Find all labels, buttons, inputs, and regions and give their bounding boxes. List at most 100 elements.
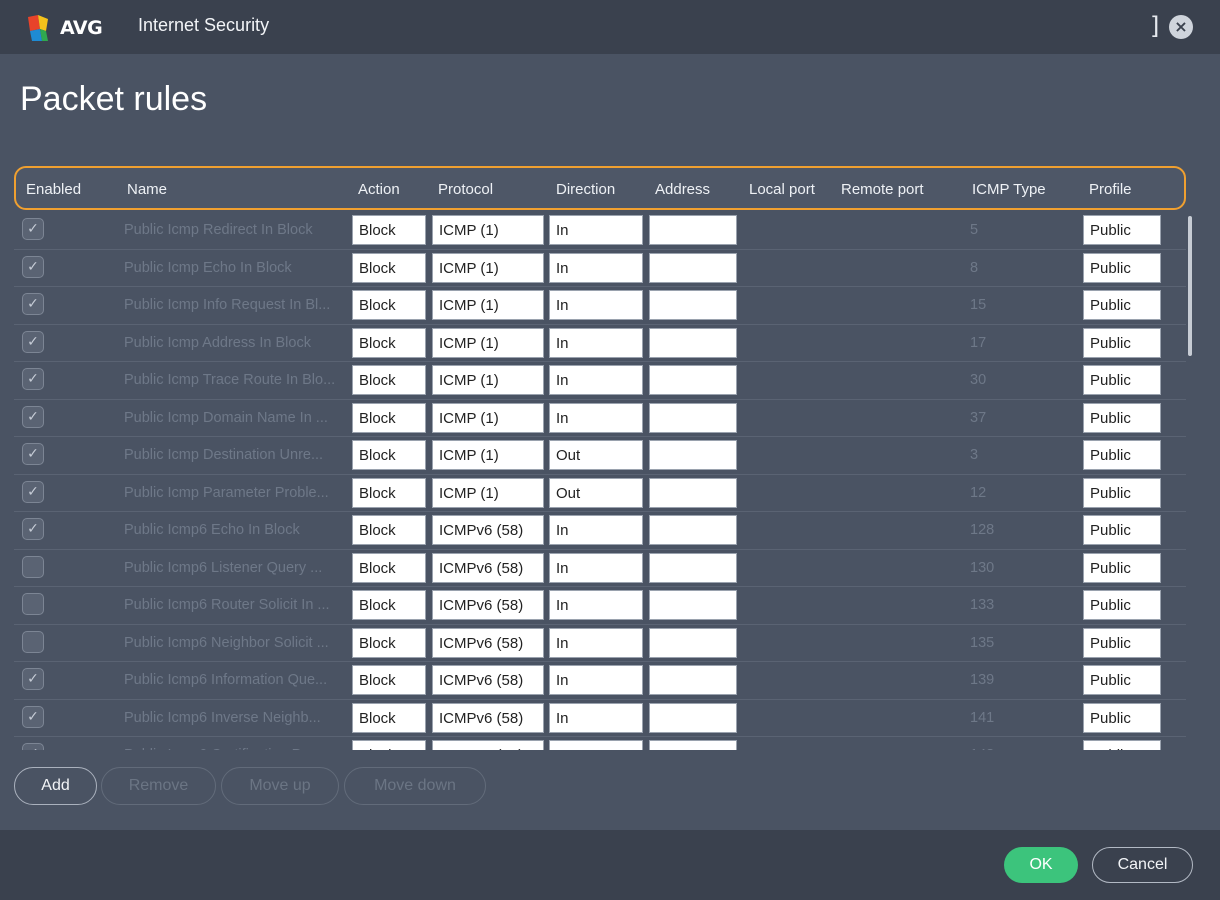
table-row[interactable]: ✓ Public Icmp6 Certification Pa... Block IC…	[14, 737, 1186, 750]
cancel-button[interactable]: Cancel	[1092, 847, 1193, 883]
direction-field[interactable]: In	[549, 702, 643, 733]
enabled-checkbox[interactable]: ✓	[22, 705, 44, 728]
col-icmp-type[interactable]: ICMP Type	[972, 181, 1046, 198]
direction-field[interactable]: In	[549, 290, 643, 320]
col-local-port[interactable]: Local port	[749, 181, 815, 198]
table-row[interactable]: Public Icmp6 Neighbor Solicit ... Block IC…	[14, 625, 1186, 662]
enabled-checkbox[interactable]: ✓	[22, 368, 44, 390]
protocol-field[interactable]: ICMP (1)	[432, 290, 544, 320]
address-field[interactable]	[649, 477, 737, 508]
direction-field[interactable]: In	[549, 402, 643, 433]
address-field[interactable]	[649, 665, 737, 695]
direction-field[interactable]: In	[549, 665, 643, 695]
address-field[interactable]	[649, 365, 737, 395]
col-profile[interactable]: Profile	[1089, 181, 1132, 198]
address-field[interactable]	[649, 440, 737, 470]
enabled-checkbox[interactable]	[22, 630, 44, 653]
col-direction[interactable]: Direction	[556, 181, 615, 198]
table-row[interactable]: ✓ Public Icmp Parameter Proble... Block ICM…	[14, 475, 1186, 512]
address-field[interactable]	[649, 290, 737, 320]
direction-field[interactable]: In	[549, 552, 643, 583]
enabled-checkbox[interactable]: ✓	[22, 405, 44, 428]
col-action[interactable]: Action	[358, 181, 400, 198]
profile-field[interactable]: Public	[1083, 290, 1161, 320]
address-field[interactable]	[649, 252, 737, 283]
action-field[interactable]: Block	[352, 290, 426, 320]
col-remote-port[interactable]: Remote port	[841, 181, 924, 198]
protocol-field[interactable]: ICMP (1)	[432, 402, 544, 433]
profile-field[interactable]: Public	[1083, 440, 1161, 470]
action-field[interactable]: Block	[352, 365, 426, 395]
address-field[interactable]	[649, 590, 737, 620]
action-field[interactable]: Block	[352, 590, 426, 620]
direction-field[interactable]: In	[549, 365, 643, 395]
add-button[interactable]: Add	[14, 767, 97, 805]
protocol-field[interactable]: ICMPv6 (58)	[432, 665, 544, 695]
table-row[interactable]: ✓ Public Icmp Destination Unre... Block ICM…	[14, 437, 1186, 475]
enabled-checkbox[interactable]	[22, 555, 44, 578]
protocol-field[interactable]: ICMP (1)	[432, 440, 544, 470]
col-protocol[interactable]: Protocol	[438, 181, 493, 198]
enabled-checkbox[interactable]: ✓	[22, 668, 44, 690]
table-row[interactable]: ✓ Public Icmp6 Information Que... Block ICM…	[14, 662, 1186, 700]
direction-field[interactable]: In	[549, 515, 643, 545]
enabled-checkbox[interactable]: ✓	[22, 293, 44, 315]
table-row[interactable]: ✓ Public Icmp Redirect In Block Block ICMP …	[14, 212, 1186, 250]
action-field[interactable]: Block	[352, 740, 426, 750]
table-row[interactable]: ✓ Public Icmp Domain Name In ... Block ICMP…	[14, 400, 1186, 437]
action-field[interactable]: Block	[352, 552, 426, 583]
address-field[interactable]	[649, 515, 737, 545]
direction-field[interactable]: In	[549, 252, 643, 283]
table-row[interactable]: ✓ Public Icmp Trace Route In Blo... Block I…	[14, 362, 1186, 400]
address-field[interactable]	[649, 552, 737, 583]
profile-field[interactable]: Public	[1083, 590, 1161, 620]
col-enabled[interactable]: Enabled	[26, 181, 81, 198]
action-field[interactable]: Block	[352, 252, 426, 283]
direction-field[interactable]: In	[549, 215, 643, 245]
move-down-button[interactable]: Move down	[344, 767, 486, 805]
protocol-field[interactable]: ICMP (1)	[432, 365, 544, 395]
table-row[interactable]: ✓ Public Icmp Info Request In Bl... Block I…	[14, 287, 1186, 325]
protocol-field[interactable]: ICMPv6 (58)	[432, 590, 544, 620]
direction-field[interactable]: In	[549, 327, 643, 358]
address-field[interactable]	[649, 702, 737, 733]
address-field[interactable]	[649, 327, 737, 358]
table-row[interactable]: ✓ Public Icmp6 Inverse Neighb... Block ICMP…	[14, 700, 1186, 737]
address-field[interactable]	[649, 402, 737, 433]
enabled-checkbox[interactable]: ✓	[22, 443, 44, 465]
move-up-button[interactable]: Move up	[221, 767, 339, 805]
table-row[interactable]: Public Icmp6 Router Solicit In ... Block I…	[14, 587, 1186, 625]
close-button[interactable]: ×	[1169, 15, 1193, 39]
direction-field[interactable]: In	[549, 740, 643, 750]
profile-field[interactable]: Public	[1083, 402, 1161, 433]
enabled-checkbox[interactable]: ✓	[22, 218, 44, 240]
action-field[interactable]: Block	[352, 327, 426, 358]
enabled-checkbox[interactable]: ✓	[22, 743, 44, 750]
address-field[interactable]	[649, 215, 737, 245]
protocol-field[interactable]: ICMP (1)	[432, 477, 544, 508]
enabled-checkbox[interactable]: ✓	[22, 518, 44, 540]
enabled-checkbox[interactable]: ✓	[22, 480, 44, 503]
profile-field[interactable]: Public	[1083, 215, 1161, 245]
protocol-field[interactable]: ICMPv6 (58)	[432, 515, 544, 545]
action-field[interactable]: Block	[352, 702, 426, 733]
profile-field[interactable]: Public	[1083, 665, 1161, 695]
enabled-checkbox[interactable]	[22, 593, 44, 615]
enabled-checkbox[interactable]: ✓	[22, 255, 44, 278]
protocol-field[interactable]: ICMPv6 (58)	[432, 740, 544, 750]
profile-field[interactable]: Public	[1083, 702, 1161, 733]
protocol-field[interactable]: ICMPv6 (58)	[432, 627, 544, 658]
ok-button[interactable]: OK	[1004, 847, 1078, 883]
table-scrollbar[interactable]	[1188, 216, 1192, 356]
profile-field[interactable]: Public	[1083, 627, 1161, 658]
protocol-field[interactable]: ICMPv6 (58)	[432, 552, 544, 583]
col-name[interactable]: Name	[127, 181, 167, 198]
protocol-field[interactable]: ICMP (1)	[432, 327, 544, 358]
protocol-field[interactable]: ICMPv6 (58)	[432, 702, 544, 733]
profile-field[interactable]: Public	[1083, 365, 1161, 395]
address-field[interactable]	[649, 627, 737, 658]
action-field[interactable]: Block	[352, 665, 426, 695]
protocol-field[interactable]: ICMP (1)	[432, 215, 544, 245]
table-row[interactable]: Public Icmp6 Listener Query ... Block ICMP…	[14, 550, 1186, 587]
enabled-checkbox[interactable]: ✓	[22, 330, 44, 353]
